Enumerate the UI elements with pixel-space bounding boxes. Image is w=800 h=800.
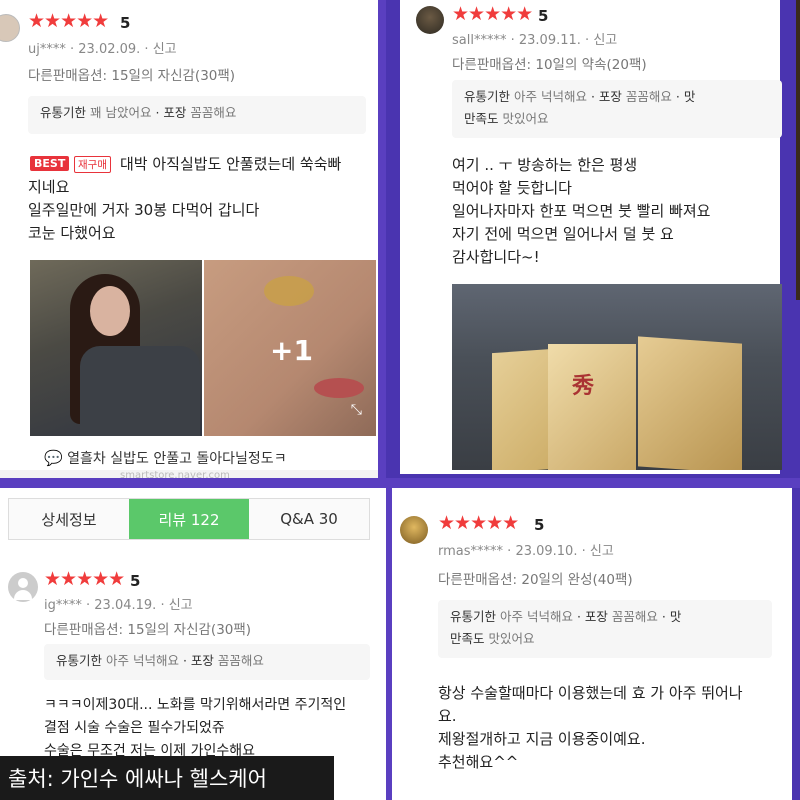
person-coat — [80, 346, 200, 436]
pack-label: 포장 — [598, 89, 622, 104]
rating-value: 5 — [130, 572, 141, 590]
review-photo-2[interactable]: +1 ⤡ — [204, 260, 376, 436]
expand-icon[interactable]: ⤡ — [351, 402, 362, 418]
username: ig**** — [44, 598, 82, 613]
taste-value: 맛있어요 — [502, 111, 549, 126]
tab-detail-info[interactable]: 상세정보 — [9, 499, 129, 539]
option-label: 다른판매옵션: 15일의 자신감(30팩) — [44, 622, 252, 638]
expiry-value: 아주 넉넉해요 — [514, 89, 587, 104]
review-meta: rmas***** · 23.09.10. · 신고 — [438, 544, 614, 559]
expiry-label: 유통기한 — [56, 653, 103, 668]
expiry-value: 아주 넉넉해요 — [500, 609, 573, 624]
avatar-head — [18, 578, 28, 588]
attribute-box: 유통기한 아주 넉넉해요 · 포장 꼼꼼해요 · 맛 만족도 맛있어요 — [452, 80, 782, 138]
avatar-body — [14, 590, 32, 600]
username: uj**** — [28, 42, 66, 57]
product-tabs: 상세정보 리뷰 122 Q&A 30 — [8, 498, 370, 540]
report-link[interactable]: 신고 — [153, 42, 177, 57]
pack-label: 포장 — [190, 653, 214, 668]
taste-label-2: 만족도 — [450, 631, 485, 646]
review-text: 여기 .. ㅜ 방송하는 한은 평생 먹어야 할 듯합니다 일어나자마자 한포 … — [452, 156, 711, 266]
option-label: 다른판매옵션: 15일의 자신감(30팩) — [28, 68, 236, 84]
source-caption: 출처: 가인수 에싸나 헬스케어 — [0, 756, 334, 800]
avatar — [0, 14, 20, 42]
lips — [314, 378, 364, 398]
review-date: 23.04.19. — [94, 598, 157, 613]
star-rating: ★★★★★ — [438, 512, 519, 534]
review-photo[interactable]: 秀 — [452, 284, 782, 470]
review-card-4: ★★★★★ 5 rmas***** · 23.09.10. · 신고 다른판매옵… — [392, 488, 800, 800]
review-card-3: 상세정보 리뷰 122 Q&A 30 ★★★★★ 5 ig**** · 23.0… — [0, 488, 386, 800]
comment-text: 열흘차 실밥도 안풀고 돌아다닐정도ㅋ — [67, 451, 287, 467]
expiry-value: 꽤 남았어요 — [90, 105, 152, 120]
expiry-label: 유통기한 — [40, 105, 87, 120]
product-pouch-3 — [638, 336, 742, 470]
watermark: smartstore.naver.com — [120, 470, 230, 478]
tab-qna[interactable]: Q&A 30 — [249, 499, 369, 539]
attribute-box: 유통기한 아주 넉넉해요 · 포장 꼼꼼해요 — [44, 644, 370, 680]
review-text: 대박 아직실밥도 안풀렸는데 쑥숙빠 지네요 일주일만에 거자 30봉 다먹어 … — [28, 155, 342, 242]
tab-reviews[interactable]: 리뷰 122 — [129, 499, 249, 539]
review-date: 23.09.11. — [518, 33, 581, 48]
expiry-label: 유통기한 — [450, 609, 497, 624]
username: sall***** — [452, 33, 507, 48]
pack-value: 꼼꼼해요 — [625, 89, 672, 104]
review-date: 23.02.09. — [78, 42, 141, 57]
report-link[interactable]: 신고 — [593, 33, 617, 48]
username: rmas***** — [438, 544, 504, 559]
taste-value: 맛있어요 — [488, 631, 535, 646]
report-link[interactable]: 신고 — [590, 544, 614, 559]
comment-row[interactable]: 💬 열흘차 실밥도 안풀고 돌아다닐정도ㅋ — [44, 448, 287, 468]
pack-label: 포장 — [584, 609, 608, 624]
attribute-box: 유통기한 꽤 남았어요 · 포장 꼼꼼해요 — [28, 96, 366, 134]
taste-label: 맛 — [669, 609, 682, 624]
frame-edge — [796, 0, 800, 300]
review-meta: uj**** · 23.02.09. · 신고 — [28, 42, 177, 57]
review-meta: sall***** · 23.09.11. · 신고 — [452, 33, 618, 48]
rating-value: 5 — [534, 516, 545, 534]
taste-label-2: 만족도 — [464, 111, 499, 126]
review-card-2: ★★★★★ 5 sall***** · 23.09.11. · 신고 다른판매옵… — [386, 0, 800, 478]
eye-bruise — [264, 276, 314, 306]
review-text: ㅋㅋㅋ이제30대... 노화를 막기위해서라면 주기적인 결점 시술 수술은 필… — [44, 697, 347, 759]
review-date: 23.09.10. — [515, 544, 578, 559]
option-label: 다른판매옵션: 20일의 완성(40팩) — [438, 572, 633, 588]
star-rating: ★★★★★ — [44, 568, 125, 590]
taste-label: 맛 — [683, 89, 696, 104]
person-face — [90, 286, 130, 336]
star-rating: ★★★★★ — [28, 10, 109, 32]
pack-value: 꼼꼼해요 — [190, 105, 237, 120]
expiry-label: 유통기한 — [464, 89, 511, 104]
star-rating: ★★★★★ — [452, 3, 533, 25]
rating-value: 5 — [120, 14, 131, 32]
more-photos-count: +1 — [270, 334, 313, 367]
review-photo-1[interactable] — [30, 260, 202, 436]
option-label: 다른판매옵션: 10일의 약속(20팩) — [452, 57, 647, 73]
avatar — [416, 6, 444, 34]
avatar — [400, 516, 428, 544]
pack-label: 포장 — [163, 105, 187, 120]
expiry-value: 아주 넉넉해요 — [106, 653, 179, 668]
rating-value: 5 — [538, 7, 549, 25]
review-meta: ig**** · 23.04.19. · 신고 — [44, 598, 193, 613]
review-text: 항상 수술할때마다 이용했는데 효 가 아주 뛰어나 요. 제왕절개하고 지금 … — [438, 684, 743, 771]
attribute-box: 유통기한 아주 넉넉해요 · 포장 꼼꼼해요 · 맛 만족도 맛있어요 — [438, 600, 772, 658]
review-card-1: ★★★★★ 5 uj**** · 23.02.09. · 신고 다른판매옵션: … — [0, 0, 378, 478]
pouch-logo: 秀 — [572, 374, 595, 399]
pack-value: 꼼꼼해요 — [611, 609, 658, 624]
comment-icon: 💬 — [44, 449, 63, 467]
pack-value: 꼼꼼해요 — [217, 653, 264, 668]
report-link[interactable]: 신고 — [169, 598, 193, 613]
avatar — [8, 572, 38, 602]
